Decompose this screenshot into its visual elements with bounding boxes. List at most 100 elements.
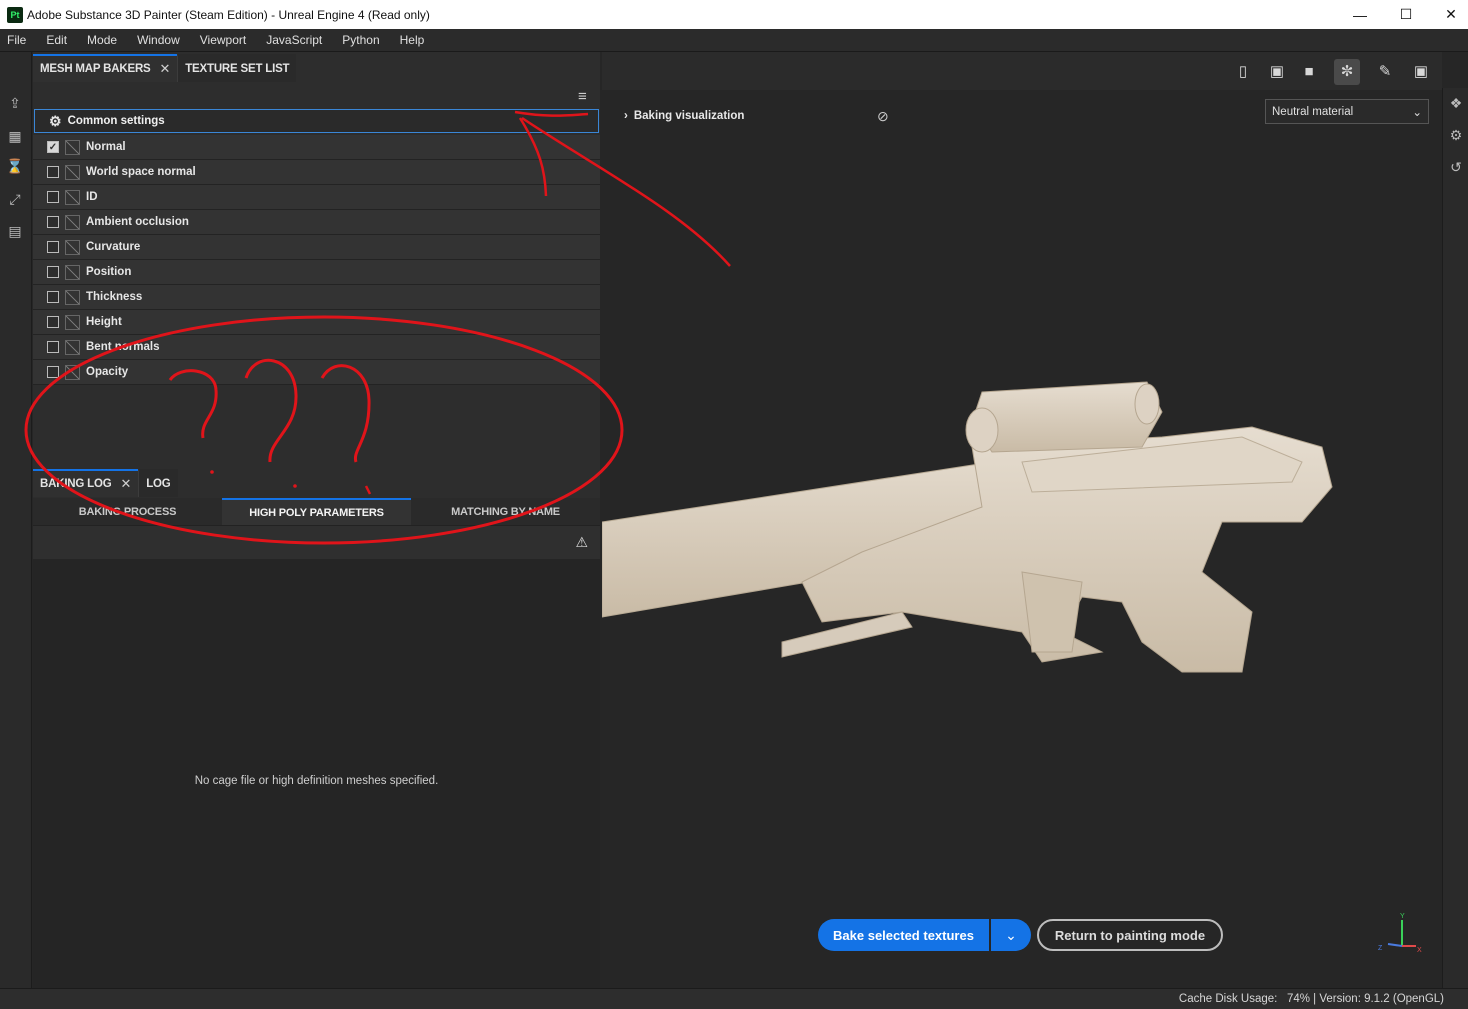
maximize-button[interactable]: ☐ [1383, 0, 1429, 29]
tab-texture-set-list[interactable]: TEXTURE SET LIST [177, 54, 297, 82]
menu-viewport[interactable]: Viewport [190, 33, 256, 47]
brush-icon[interactable]: ✎ [1372, 59, 1398, 85]
eye-off-icon[interactable]: ⊘ [877, 108, 889, 125]
map-row-thickness[interactable]: Thickness [33, 285, 600, 310]
checkbox-icon[interactable] [47, 316, 59, 328]
map-row-normal[interactable]: ✓ Normal [33, 135, 600, 160]
checkbox-icon[interactable] [47, 291, 59, 303]
checkbox-icon[interactable] [47, 241, 59, 253]
camera-icon[interactable]: ■ [1296, 59, 1322, 85]
checkbox-icon[interactable] [47, 266, 59, 278]
minimize-button[interactable]: — [1337, 0, 1383, 29]
tab-log[interactable]: LOG [138, 469, 178, 497]
history-icon[interactable]: ↺ [1447, 158, 1465, 176]
map-label: Bent normals [86, 341, 160, 353]
cache-disk-label: Cache Disk Usage: [1178, 993, 1278, 1005]
material-select-value: Neutral material [1272, 105, 1354, 118]
app-logo: Pt [7, 6, 23, 23]
tab-mesh-map-bakers[interactable]: MESH MAP BAKERS ✕ [33, 54, 178, 82]
close-window-button[interactable]: ✕ [1428, 0, 1468, 29]
screenshot-icon[interactable]: ▣ [1408, 59, 1434, 85]
no-cage-message: No cage file or high definition meshes s… [194, 775, 439, 787]
common-settings-label: Common settings [67, 115, 165, 127]
map-label: World space normal [86, 166, 196, 178]
paint-mode-icon[interactable]: ✼ [1334, 59, 1360, 85]
checkbox-icon[interactable] [47, 166, 59, 178]
map-row-height[interactable]: Height [33, 310, 600, 335]
baking-visualization-label: Baking visualization [633, 110, 745, 122]
title-bar: Pt Adobe Substance 3D Painter (Steam Edi… [0, 0, 1468, 29]
common-settings-row[interactable]: ⚙ Common settings [34, 109, 599, 133]
chevron-down-icon: ⌄ [1005, 926, 1017, 943]
checkbox-icon[interactable] [47, 191, 59, 203]
z-label: Z [1378, 945, 1383, 952]
viewport-toolbar: ▯ ▣ ■ ✼ ✎ ▣ [602, 52, 1442, 90]
close-icon[interactable]: ✕ [160, 61, 171, 77]
map-thumbnail-icon [65, 314, 80, 330]
return-to-painting-button[interactable]: Return to painting mode [1037, 919, 1223, 951]
map-thumbnail-icon [65, 189, 80, 205]
viewport[interactable] [602, 52, 1426, 980]
menu-javascript[interactable]: JavaScript [256, 33, 332, 47]
tab-label: LOG [146, 478, 171, 490]
menu-file[interactable]: File [0, 33, 36, 47]
menu-window[interactable]: Window [127, 33, 190, 47]
subtab-high-poly-parameters[interactable]: HIGH POLY PARAMETERS [222, 498, 411, 525]
map-row-world-space-normal[interactable]: World space normal [33, 160, 600, 185]
document-icon[interactable]: ▤ [6, 222, 24, 240]
map-row-ambient-occlusion[interactable]: Ambient occlusion [33, 210, 600, 235]
tab-baking-log[interactable]: BAKING LOG ✕ [33, 469, 139, 497]
status-text: Cache Disk Usage: 74% | Version: 9.1.2 (… [1179, 993, 1444, 1005]
checkbox-icon[interactable] [47, 366, 59, 378]
map-label: Opacity [86, 366, 129, 378]
hamburger-menu-icon[interactable]: ≡ [578, 88, 587, 105]
warning-icon: ⚠ [575, 534, 588, 550]
map-label: ID [86, 191, 98, 203]
baking-visualization-toggle[interactable]: › Baking visualization [624, 110, 744, 122]
hourglass-icon[interactable]: ⌛ [6, 157, 24, 175]
tab-label: MESH MAP BAKERS [40, 63, 151, 75]
map-thumbnail-icon [65, 214, 80, 230]
axis-gizmo: Y X Z [1378, 913, 1422, 954]
left-toolbar: ⇪ ▦ ⌛ ⤢ ▤ [0, 52, 32, 988]
bake-icon[interactable]: ▦ [6, 127, 24, 145]
resize-icon[interactable]: ⤢ [6, 190, 24, 208]
map-thumbnail-icon [65, 239, 80, 255]
menu-mode[interactable]: Mode [77, 33, 127, 47]
menu-help[interactable]: Help [390, 33, 435, 47]
map-label: Ambient occlusion [86, 216, 189, 228]
export-icon[interactable]: ⇪ [6, 94, 24, 112]
close-icon[interactable]: ✕ [120, 476, 131, 492]
cube-icon[interactable]: ▣ [1264, 59, 1290, 85]
map-row-id[interactable]: ID [33, 185, 600, 210]
bake-options-dropdown[interactable]: ⌄ [991, 919, 1031, 951]
settings-icon[interactable]: ⚙ [1447, 126, 1465, 144]
material-select[interactable]: Neutral material ⌄ [1265, 99, 1429, 124]
checkbox-icon[interactable]: ✓ [47, 141, 59, 153]
checkbox-icon[interactable] [47, 341, 59, 353]
window-title: Adobe Substance 3D Painter (Steam Editio… [27, 7, 430, 22]
menu-python[interactable]: Python [332, 33, 389, 47]
shelf-icon[interactable]: ❖ [1447, 94, 1465, 112]
map-row-opacity[interactable]: Opacity [33, 360, 600, 385]
subtab-matching-by-name[interactable]: MATCHING BY NAME [411, 498, 600, 525]
chevron-down-icon: ⌄ [1412, 106, 1422, 119]
map-thumbnail-icon [65, 364, 80, 380]
map-label: Position [86, 266, 132, 278]
rifle-model [602, 381, 1333, 673]
chevron-right-icon: › [624, 110, 628, 122]
right-toolbar: ❖ ⚙ ↺ [1442, 88, 1468, 988]
map-thumbnail-icon [65, 164, 80, 180]
map-row-bent-normals[interactable]: Bent normals [33, 335, 600, 360]
checkbox-icon[interactable] [47, 216, 59, 228]
map-row-position[interactable]: Position [33, 260, 600, 285]
perspective-icon[interactable]: ▯ [1230, 59, 1256, 85]
map-row-curvature[interactable]: Curvature [33, 235, 600, 260]
cache-disk-value: 74% | Version: 9.1.2 (OpenGL) [1286, 993, 1444, 1005]
mesh-map-bakers-panel: MESH MAP BAKERS ✕ TEXTURE SET LIST ≡ ⚙ C… [33, 52, 600, 988]
menu-edit[interactable]: Edit [36, 33, 77, 47]
status-bar: Cache Disk Usage: 74% | Version: 9.1.2 (… [0, 988, 1468, 1009]
bake-selected-textures-button[interactable]: Bake selected textures [818, 919, 989, 951]
subtab-baking-process[interactable]: BAKING PROCESS [33, 498, 222, 525]
map-label: Normal [86, 141, 126, 153]
